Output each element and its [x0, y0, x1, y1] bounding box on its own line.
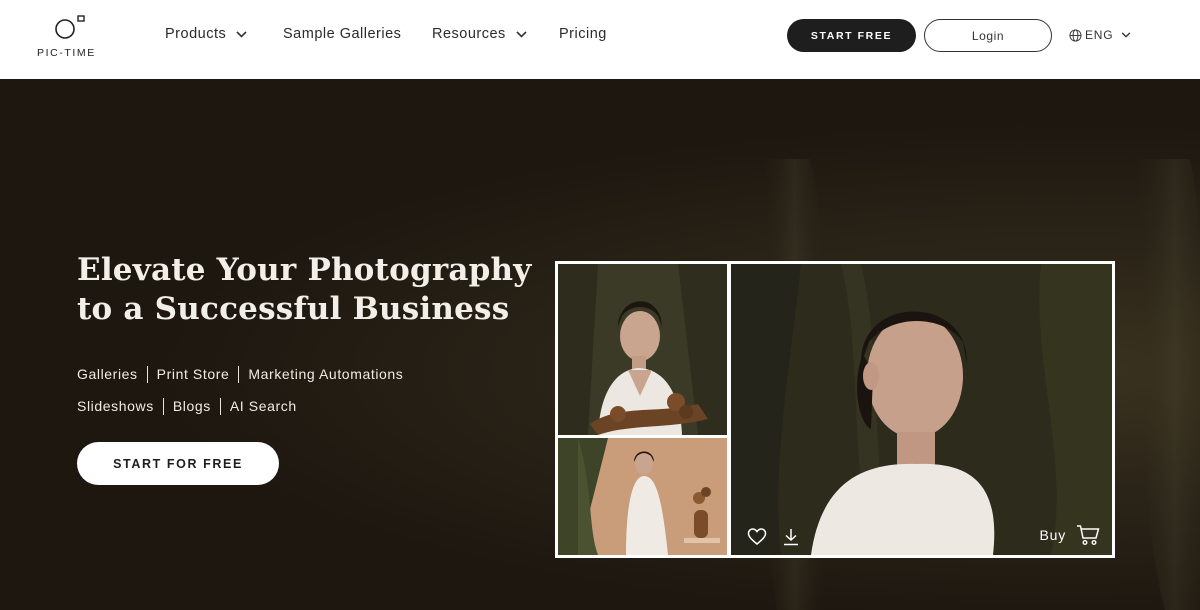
- language-label: ENG: [1085, 28, 1114, 42]
- logo-mark-icon: [55, 15, 85, 39]
- feature-print-store: Print Store: [156, 366, 230, 382]
- nav-item-resources[interactable]: Resources: [432, 26, 527, 42]
- chevron-down-icon: [516, 30, 527, 38]
- feature-divider: [146, 365, 148, 383]
- language-selector[interactable]: ENG: [1069, 27, 1131, 43]
- nav-item-label: Sample Galleries: [283, 26, 402, 42]
- brand-name: PIC-TIME: [37, 47, 96, 59]
- main-portrait-image: [731, 264, 1112, 555]
- nav-item-pricing[interactable]: Pricing: [559, 26, 607, 42]
- feature-ai-search: AI Search: [229, 398, 297, 414]
- feature-slideshows: Slideshows: [77, 398, 154, 414]
- nav-item-label: Products: [165, 26, 227, 42]
- seated-photo-image: [558, 438, 727, 555]
- nav-item-sample-galleries[interactable]: Sample Galleries: [283, 26, 401, 42]
- gallery-preview: Buy: [555, 261, 1115, 558]
- feature-list-row-2: Slideshows Blogs AI Search: [77, 396, 297, 416]
- hero-title: Elevate Your Photography to a Successful…: [77, 251, 532, 329]
- feature-divider: [162, 397, 164, 415]
- gallery-thumbnail-portrait[interactable]: [558, 264, 727, 435]
- login-button[interactable]: Login: [924, 19, 1052, 52]
- feature-marketing-automations: Marketing Automations: [248, 366, 404, 382]
- buy-label: Buy: [1039, 527, 1066, 543]
- nav-item-products[interactable]: Products: [165, 26, 247, 42]
- download-icon[interactable]: [781, 527, 801, 547]
- globe-icon: [1069, 28, 1082, 42]
- feature-divider: [238, 365, 240, 383]
- cart-icon: [1077, 525, 1100, 546]
- feature-blogs: Blogs: [172, 398, 211, 414]
- hero-title-line-2: to a Successful Business: [77, 291, 510, 327]
- hero-section: Elevate Your Photography to a Successful…: [0, 79, 1200, 610]
- portrait-photo-image: [558, 264, 727, 435]
- hero-title-line-1: Elevate Your Photography: [77, 252, 532, 288]
- heart-icon[interactable]: [747, 527, 767, 547]
- gallery-thumbnail-seated[interactable]: [558, 438, 727, 555]
- start-free-button[interactable]: START FREE: [787, 19, 916, 52]
- chevron-down-icon: [1122, 32, 1131, 38]
- feature-divider: [219, 397, 221, 415]
- brand-logo[interactable]: PIC-TIME: [37, 15, 101, 61]
- feature-list-row-1: Galleries Print Store Marketing Automati…: [77, 364, 403, 384]
- gallery-main-photo[interactable]: [731, 264, 1112, 555]
- nav-item-label: Pricing: [559, 26, 607, 42]
- photo-actions: [747, 527, 815, 547]
- nav-item-label: Resources: [432, 26, 506, 42]
- site-header: PIC-TIME Products Sample Galleries Resou…: [0, 0, 1200, 79]
- chevron-down-icon: [236, 30, 247, 38]
- feature-galleries: Galleries: [77, 366, 138, 382]
- start-for-free-button[interactable]: START FOR FREE: [77, 442, 279, 485]
- buy-button[interactable]: Buy: [1039, 524, 1100, 546]
